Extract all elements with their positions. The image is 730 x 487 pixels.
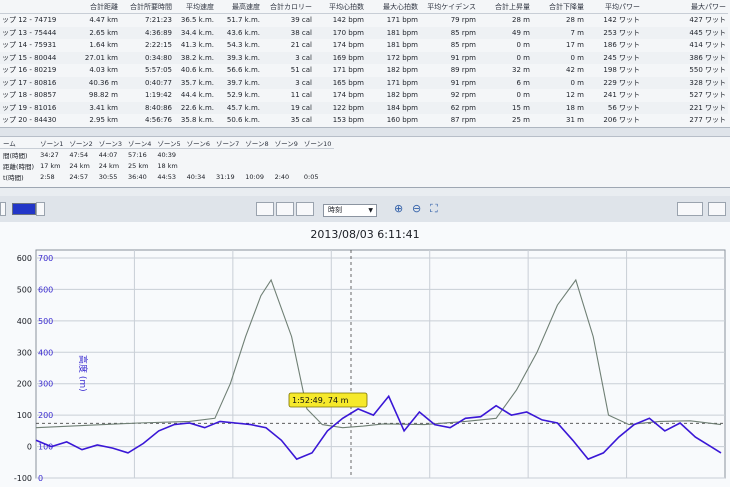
- left-axis-tick-label: 300: [17, 348, 32, 357]
- right-axis-tick-label: 0: [38, 474, 43, 483]
- left-axis-tick-label: -100: [14, 474, 32, 483]
- left-axis-tick-label: 0: [27, 443, 32, 452]
- chart-series-line: [35, 278, 722, 429]
- right-axis-tick-label: 400: [38, 348, 53, 357]
- left-axis-tick-label: 100: [17, 411, 32, 420]
- left-axis-tick-label: 500: [17, 285, 32, 294]
- chart-series-line: [35, 394, 722, 461]
- tooltip-text: 1:52:49, 74 m: [292, 396, 349, 405]
- elevation-chart[interactable]: -100010020030040050060001002003004005006…: [0, 0, 730, 487]
- right-axis-tick-label: 700: [38, 254, 53, 263]
- plot-frame: [35, 249, 726, 479]
- right-axis-tick-label: 500: [38, 317, 53, 326]
- right-axis-tick-label: 200: [38, 411, 53, 420]
- right-axis-tick-label: 300: [38, 380, 53, 389]
- left-axis-tick-label: 600: [17, 254, 32, 263]
- left-axis-tick-label: 400: [17, 317, 32, 326]
- right-axis-tick-label: 600: [38, 285, 53, 294]
- activity-window: 合計距離 合計所要時間 平均速度 最高速度 合計カロリー 平均心拍数 最大心拍数 平均ケイデン…: [0, 0, 730, 487]
- y-axis-label: 高度 (m): [77, 355, 89, 392]
- left-axis-tick-label: 200: [17, 380, 32, 389]
